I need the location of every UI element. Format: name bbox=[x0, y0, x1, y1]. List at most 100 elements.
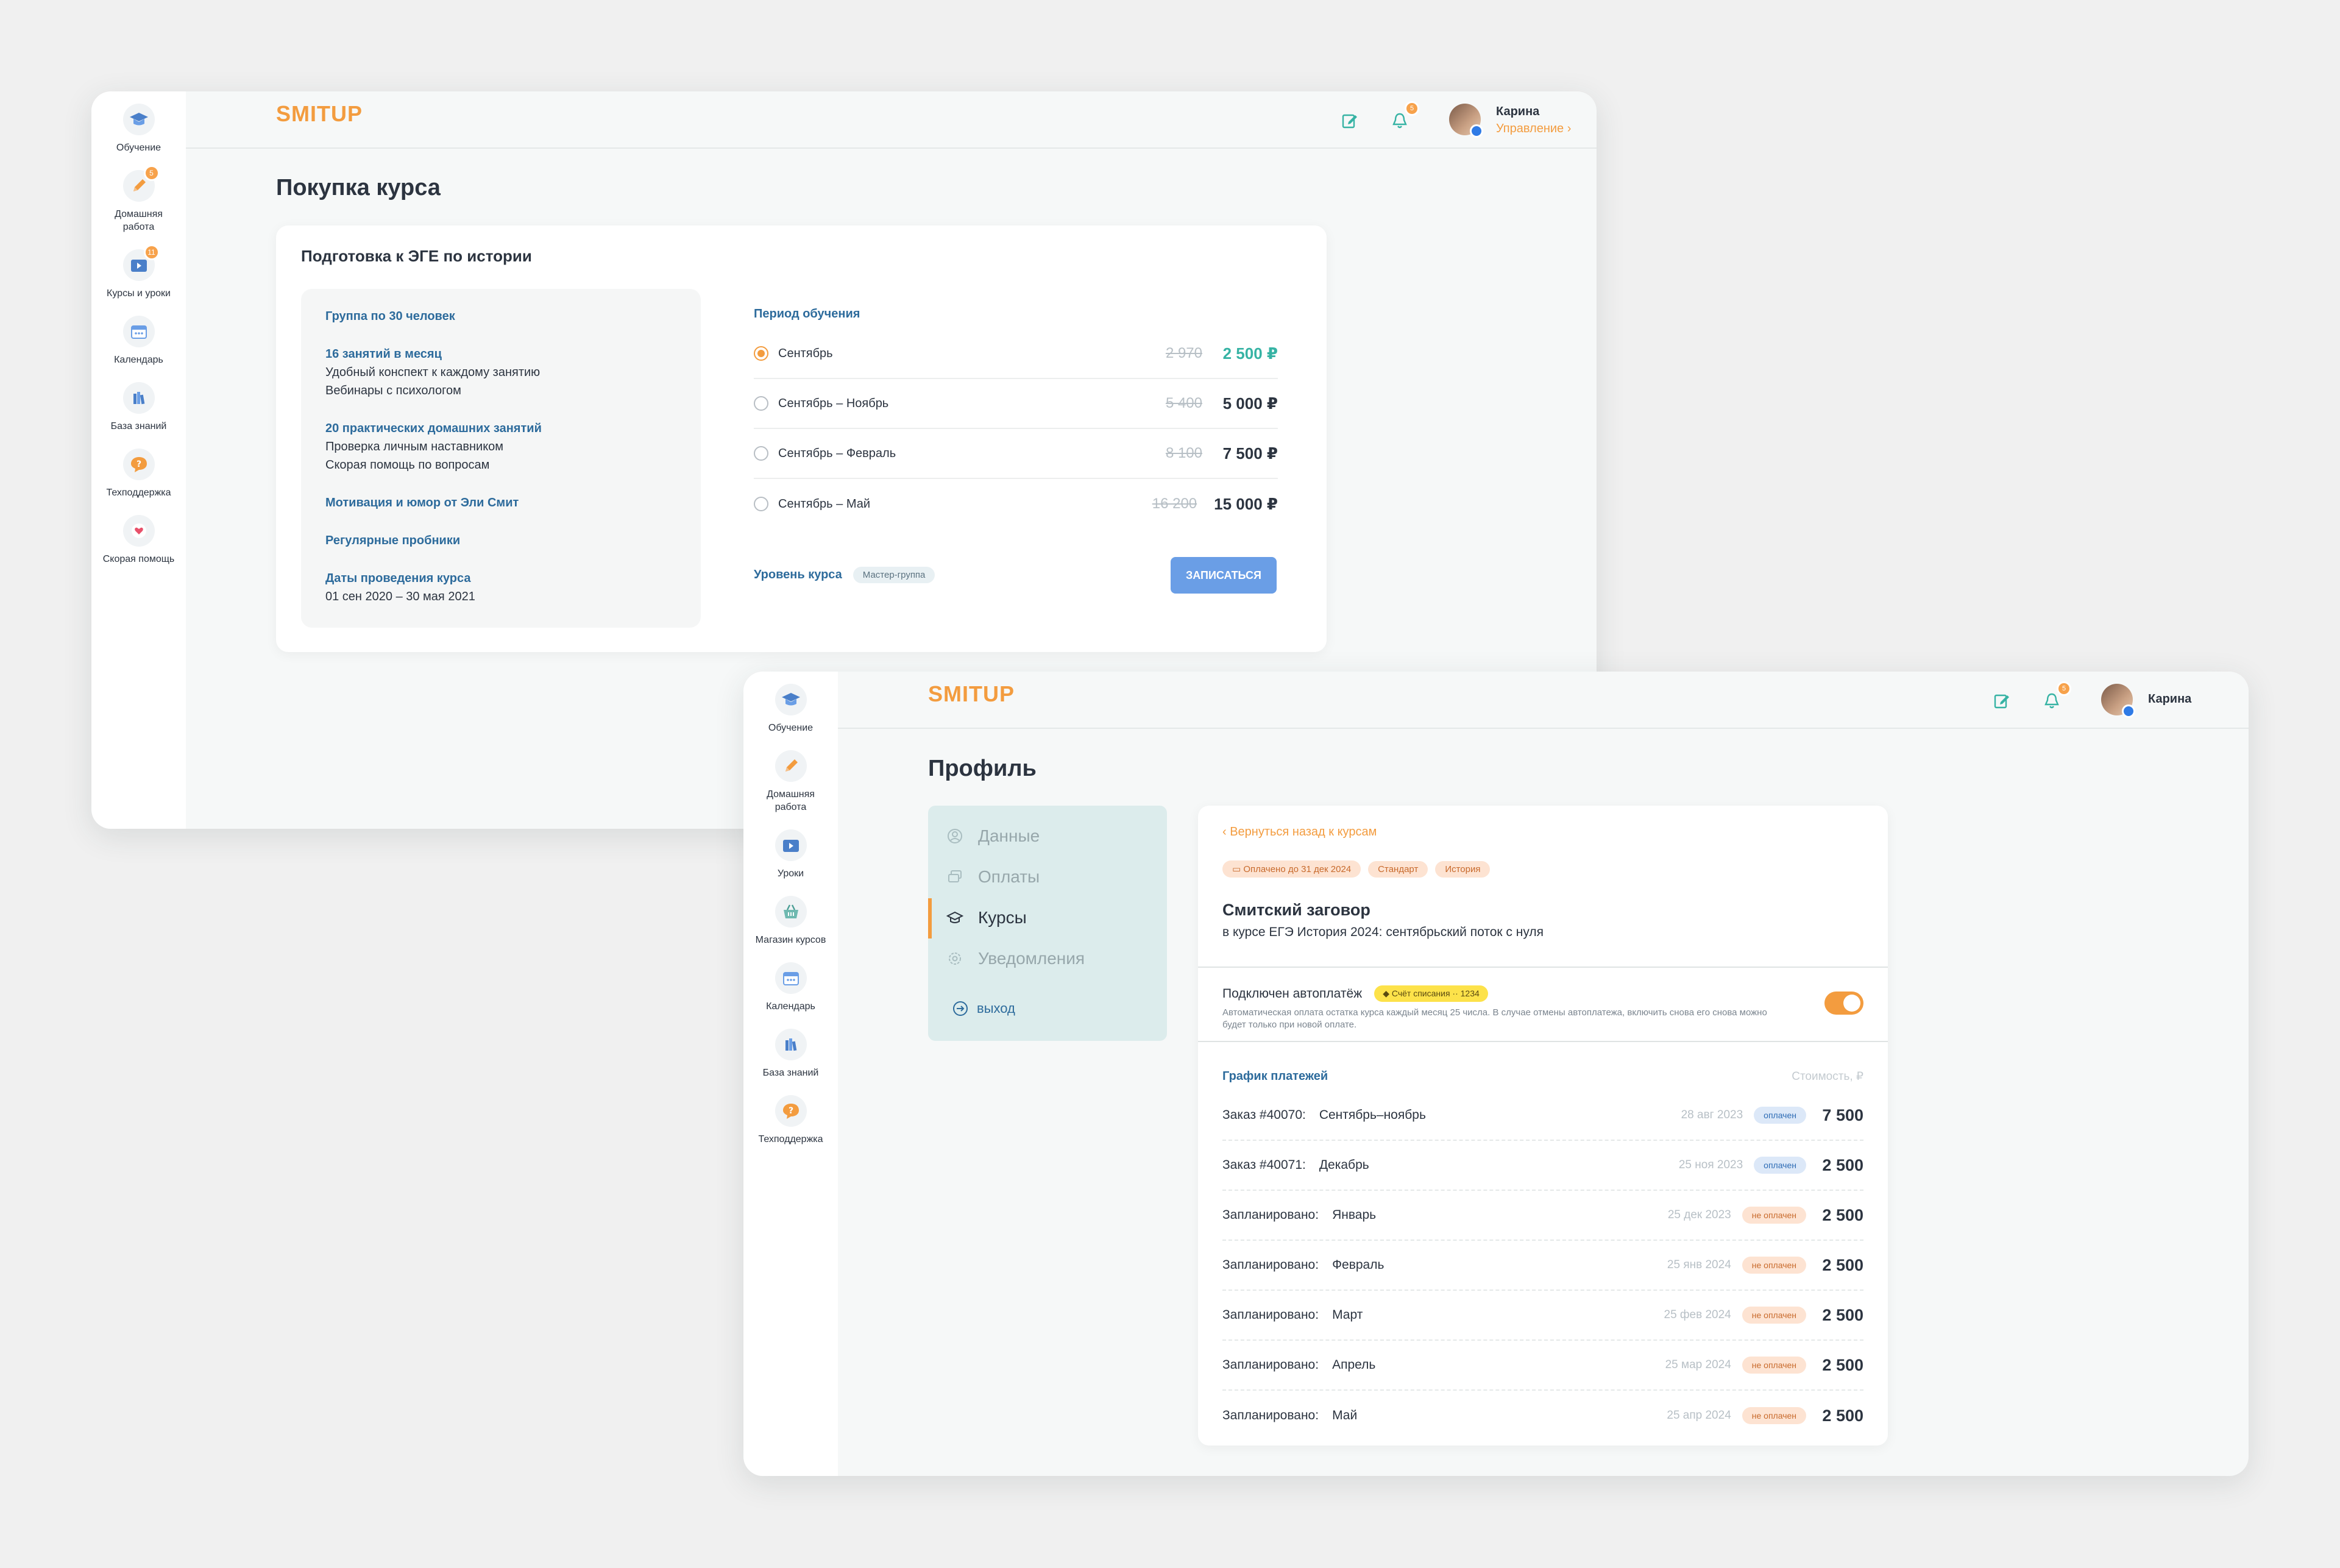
card-small-icon: ◆ bbox=[1383, 988, 1392, 998]
avatar[interactable] bbox=[2101, 684, 2135, 718]
sidebar: Обучение Домашняя работа Уроки Магазин к… bbox=[743, 672, 838, 1476]
old-price: 8 100 bbox=[1165, 445, 1202, 461]
radio[interactable] bbox=[754, 396, 768, 411]
sidebar-item-calendar[interactable]: Календарь bbox=[91, 316, 186, 366]
sidebar-item-support[interactable]: ? Техподдержка bbox=[743, 1095, 838, 1146]
payment-row: Запланировано: Январь 25 дек 2023 не опл… bbox=[1222, 1191, 1863, 1241]
period-option[interactable]: Сентябрь 2 970 2 500 ₽ bbox=[754, 329, 1278, 379]
sidebar-item-calendar[interactable]: Календарь bbox=[743, 962, 838, 1013]
graduation-cap-icon bbox=[122, 104, 155, 135]
payment-row: Запланировано: Февраль 25 янв 2024 не оп… bbox=[1222, 1241, 1863, 1291]
top-bar: SMITUP 5 Карина bbox=[838, 672, 2249, 729]
payment-amount: 2 500 bbox=[1822, 1255, 1863, 1274]
course-subtitle: в курсе ЕГЭ История 2024: сентябрьский п… bbox=[1222, 925, 1544, 939]
status-badge: оплачен bbox=[1754, 1157, 1806, 1174]
user-name: Карина bbox=[1496, 105, 1540, 118]
menu-label: Уведомления bbox=[978, 949, 1085, 968]
sidebar-label: Календарь bbox=[766, 1001, 815, 1012]
course-chips: ▭ Оплачено до 31 дек 2024 Стандарт Истор… bbox=[1222, 860, 1497, 878]
radio[interactable] bbox=[754, 497, 768, 511]
price: 7 500 ₽ bbox=[1222, 444, 1278, 463]
profile-window: Обучение Домашняя работа Уроки Магазин к… bbox=[743, 672, 2249, 1476]
logout-label: выход bbox=[977, 1001, 1015, 1016]
bell-gear-icon bbox=[946, 950, 963, 967]
sidebar-item-support[interactable]: ? Техподдержка bbox=[91, 449, 186, 499]
sidebar-item-homework[interactable]: 5 Домашняя работа bbox=[91, 165, 186, 233]
payment-date: 25 апр 2024 bbox=[1667, 1409, 1731, 1422]
menu-item-courses[interactable]: Курсы bbox=[946, 908, 1027, 928]
payment-month: Март bbox=[1332, 1308, 1363, 1322]
bell-icon[interactable]: 5 bbox=[2040, 681, 2071, 713]
menu-item-data[interactable]: Данные bbox=[946, 826, 1040, 846]
avatar[interactable] bbox=[1449, 104, 1483, 138]
sidebar-label: База знаний bbox=[110, 421, 167, 431]
profile-menu: Данные Оплаты Курсы Уведомления выход bbox=[928, 806, 1167, 1041]
sidebar-item-learning[interactable]: Обучение bbox=[91, 104, 186, 154]
books-icon bbox=[775, 1029, 807, 1060]
bell-icon[interactable]: 5 bbox=[1388, 101, 1419, 133]
period-name: Сентябрь – Май bbox=[778, 497, 871, 511]
payment-month: Апрель bbox=[1332, 1358, 1376, 1372]
radio[interactable] bbox=[754, 446, 768, 461]
sidebar-item-courses[interactable]: 11 Курсы и уроки bbox=[91, 244, 186, 300]
payment-date: 28 авг 2023 bbox=[1681, 1109, 1743, 1121]
sidebar-item-knowledge[interactable]: База знаний bbox=[743, 1029, 838, 1079]
divider bbox=[1198, 1041, 1888, 1042]
status-badge: не оплачен bbox=[1742, 1357, 1806, 1374]
payment-amount: 2 500 bbox=[1822, 1155, 1863, 1174]
period-option[interactable]: Сентябрь – Ноябрь 5 400 5 000 ₽ bbox=[754, 379, 1278, 429]
back-link[interactable]: ‹ Вернуться назад к курсам bbox=[1222, 825, 1377, 839]
logout-button[interactable]: выход bbox=[952, 1001, 1015, 1016]
smitup-logo[interactable]: SMITUP bbox=[276, 101, 363, 127]
user-icon bbox=[946, 828, 963, 845]
payment-amount: 2 500 bbox=[1822, 1406, 1863, 1425]
vk-badge-icon bbox=[2122, 704, 2135, 718]
period-option[interactable]: Сентябрь – Февраль 8 100 7 500 ₽ bbox=[754, 429, 1278, 479]
price: 15 000 ₽ bbox=[1214, 494, 1278, 513]
features-panel: Группа по 30 человек 16 занятий в месяц … bbox=[301, 289, 701, 628]
payment-date: 25 фев 2024 bbox=[1664, 1308, 1731, 1321]
sidebar-item-homework[interactable]: Домашняя работа bbox=[743, 750, 838, 814]
sidebar-item-shop[interactable]: Магазин курсов bbox=[743, 896, 838, 946]
heart-icon bbox=[122, 515, 155, 547]
status-badge: не оплачен bbox=[1742, 1307, 1806, 1324]
status-badge: не оплачен bbox=[1742, 1407, 1806, 1424]
payment-amount: 7 500 bbox=[1822, 1105, 1863, 1124]
edit-icon[interactable] bbox=[1338, 108, 1362, 133]
course-title: Подготовка к ЭГЕ по истории bbox=[301, 247, 532, 265]
manage-link[interactable]: Управление › bbox=[1496, 122, 1571, 136]
menu-item-notifications[interactable]: Уведомления bbox=[946, 949, 1085, 968]
calendar-small-icon: ▭ bbox=[1232, 864, 1244, 874]
svg-text:?: ? bbox=[136, 459, 141, 469]
sidebar-item-knowledge[interactable]: База знаний bbox=[91, 382, 186, 433]
enroll-button[interactable]: ЗАПИСАТЬСЯ bbox=[1171, 557, 1277, 594]
autopay-label: Подключен автоплатёж bbox=[1222, 986, 1363, 1001]
payment-date: 25 ноя 2023 bbox=[1678, 1158, 1743, 1171]
books-icon bbox=[122, 382, 155, 414]
smitup-logo[interactable]: SMITUP bbox=[928, 681, 1015, 707]
autopay-toggle[interactable] bbox=[1824, 992, 1863, 1015]
edit-icon[interactable] bbox=[1990, 689, 2014, 713]
chevron-right-icon: › bbox=[1567, 122, 1572, 135]
payment-month: Май bbox=[1332, 1408, 1358, 1422]
radio-selected[interactable] bbox=[754, 346, 768, 361]
logout-icon bbox=[952, 1001, 968, 1016]
graduation-cap-icon bbox=[946, 909, 963, 926]
menu-label: Данные bbox=[978, 826, 1040, 845]
question-icon: ? bbox=[122, 449, 155, 480]
status-badge: оплачен bbox=[1754, 1107, 1806, 1124]
active-indicator bbox=[928, 898, 932, 938]
menu-label: Курсы bbox=[978, 908, 1027, 927]
course-detail-card: ‹ Вернуться назад к курсам ▭ Оплачено до… bbox=[1198, 806, 1888, 1446]
sidebar-item-lessons[interactable]: Уроки bbox=[743, 829, 838, 880]
pencil-icon: 5 bbox=[122, 165, 160, 202]
schedule-cost-header: Стоимость, ₽ bbox=[1792, 1070, 1863, 1083]
sidebar-item-learning[interactable]: Обучение bbox=[743, 684, 838, 734]
sidebar-item-emergency[interactable]: Скорая помощь bbox=[91, 515, 186, 566]
payment-label: Заказ #40070: bbox=[1222, 1108, 1306, 1122]
period-option[interactable]: Сентябрь – Май 16 200 15 000 ₽ bbox=[754, 479, 1278, 529]
autopay-note: Автоматическая оплата остатка курса кажд… bbox=[1222, 1007, 1767, 1030]
menu-item-payments[interactable]: Оплаты bbox=[946, 867, 1040, 887]
feature-motivation: Мотивация и юмор от Эли Смит bbox=[325, 496, 519, 509]
payment-month: Февраль bbox=[1332, 1258, 1384, 1272]
